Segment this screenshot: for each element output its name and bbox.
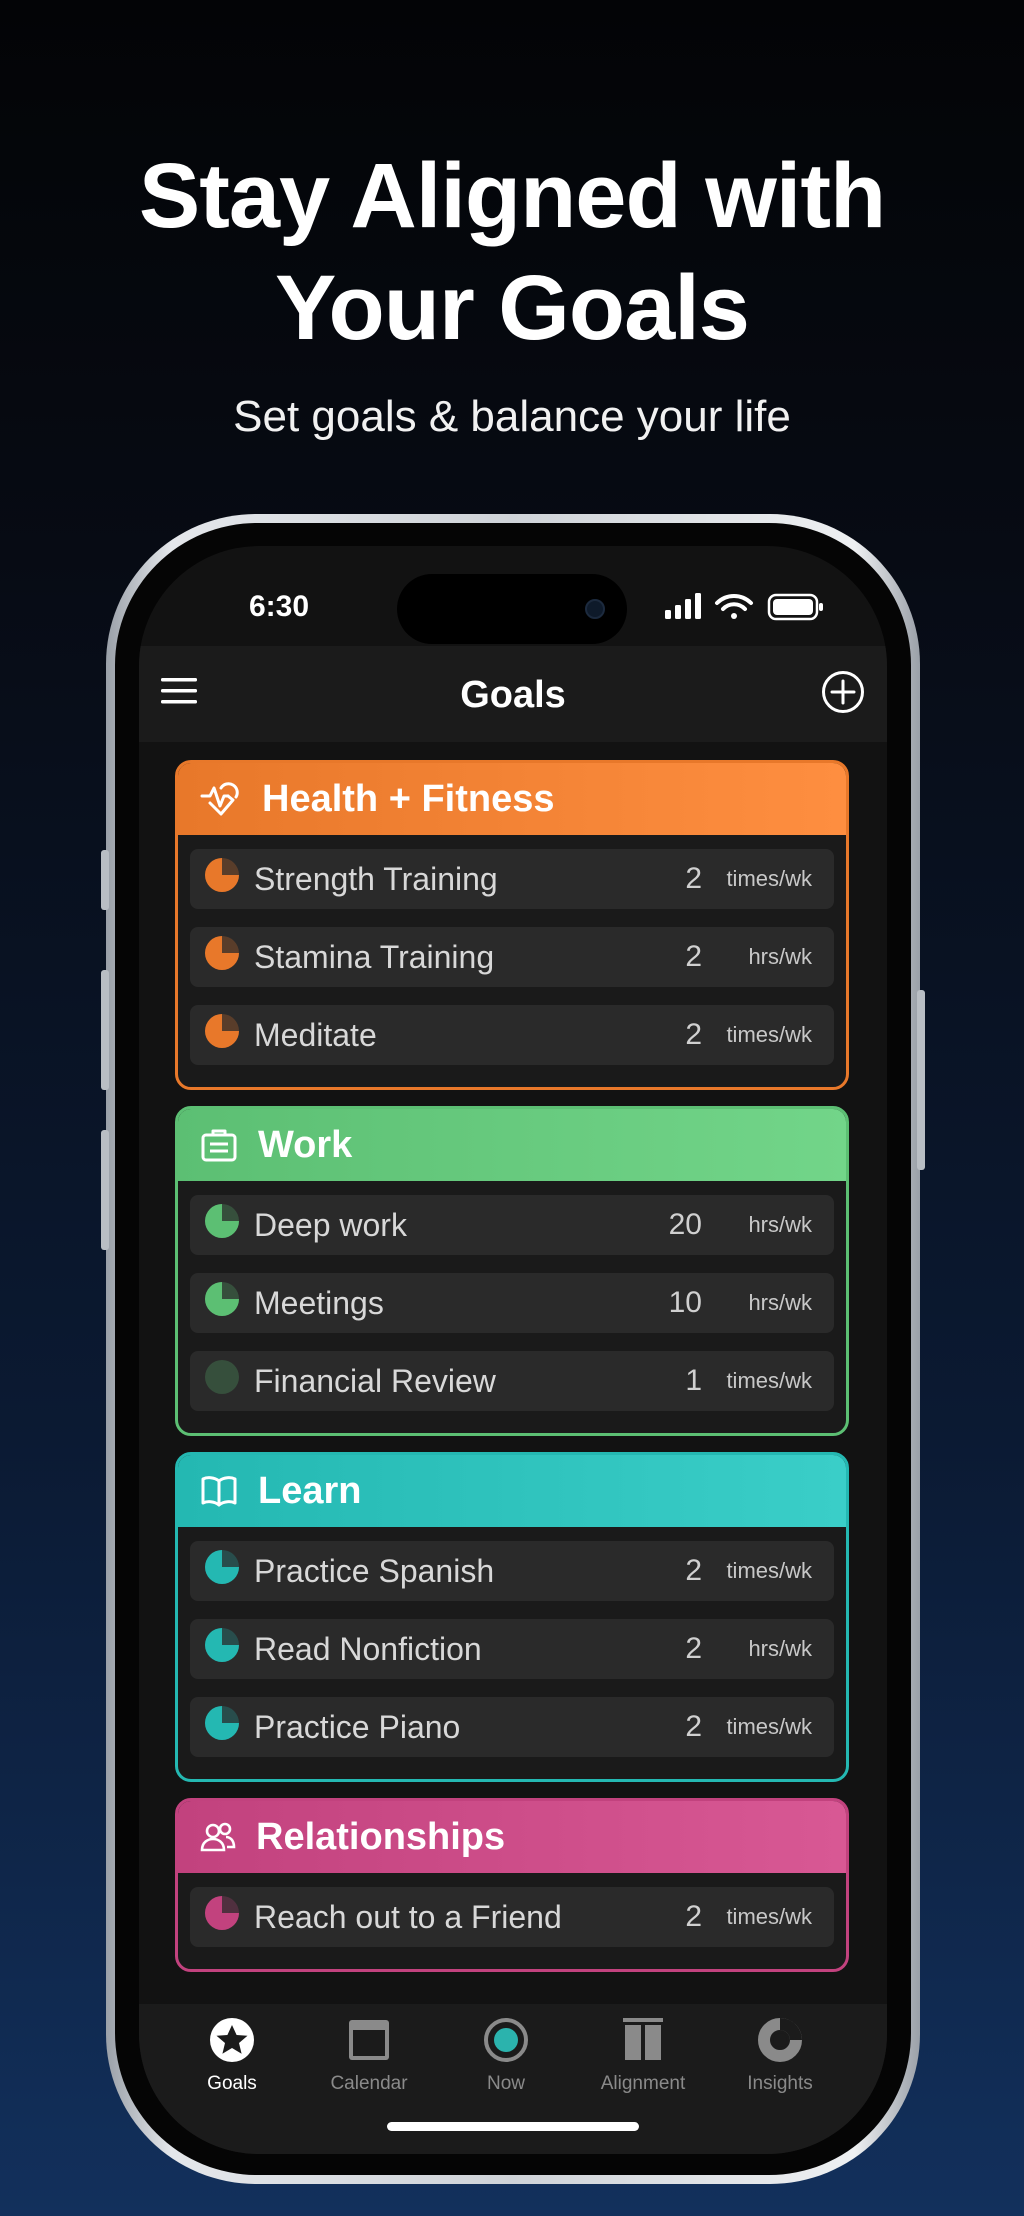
phone-mute-switch [101, 850, 109, 910]
tab-insights[interactable]: Insights [720, 2016, 840, 2095]
tab-goals[interactable]: Goals [172, 2016, 292, 2095]
goal-target: 2 [685, 940, 702, 973]
goal-target: 2 [685, 1554, 702, 1587]
home-indicator[interactable] [387, 2122, 639, 2131]
phone-screen: 6:30 Goals Health + Fitness Strength Tra… [139, 546, 887, 2154]
category-header[interactable]: Work [178, 1109, 846, 1181]
category-card: Learn Practice Spanish 2 times/wk Read Nonfi… [175, 1452, 849, 1782]
category-goals: Strength Training 2 times/wk Stamina Traini… [178, 835, 846, 1087]
goal-target: 2 [685, 1710, 702, 1743]
battery-icon [767, 593, 823, 621]
tab-now[interactable]: Now [446, 2016, 566, 2095]
goal-row[interactable]: Stamina Training 2 hrs/wk [190, 927, 834, 987]
progress-pie-icon [204, 1627, 240, 1671]
category-goals: Reach out to a Friend 2 times/wk [178, 1873, 846, 1969]
people-icon [200, 1821, 246, 1853]
tab-calendar[interactable]: Calendar [309, 2016, 429, 2095]
goal-target: 10 [668, 1286, 702, 1319]
category-title: Work [258, 1123, 353, 1166]
phone-power-button [917, 990, 925, 1170]
tab-bar: Goals Calendar Now Alignment Insights [139, 2004, 887, 2154]
goal-unit: times/wk [726, 1904, 812, 1929]
progress-pie-icon [204, 1013, 240, 1057]
plus-circle-icon[interactable] [821, 670, 865, 714]
goal-target: 2 [685, 1900, 702, 1933]
goal-unit: times/wk [726, 1022, 812, 1047]
goal-row[interactable]: Deep work 20 hrs/wk [190, 1195, 834, 1255]
camera-icon [585, 599, 605, 619]
category-card: Relationships Reach out to a Friend 2 times… [175, 1798, 849, 1972]
tab-label: Now [486, 2073, 525, 2094]
wifi-icon [715, 593, 753, 619]
goal-row[interactable]: Meditate 2 times/wk [190, 1005, 834, 1065]
category-card: Work Deep work 20 hrs/wk Meetings 10 hrs/wk Fin… [175, 1106, 849, 1436]
signal-icon [665, 593, 701, 619]
category-title: Health + Fitness [262, 777, 555, 820]
goal-unit: times/wk [726, 1558, 812, 1583]
progress-pie-icon [204, 1281, 240, 1325]
goal-list: Health + Fitness Strength Training 2 times/… [175, 760, 849, 1988]
goal-target: 20 [668, 1208, 702, 1241]
goal-unit: hrs/wk [748, 1290, 812, 1315]
headline-line-2: Your Goals [275, 257, 750, 359]
tab-label: Calendar [330, 2073, 408, 2094]
heart-pulse-icon [200, 780, 252, 818]
tab-label: Insights [747, 2073, 813, 2094]
dynamic-island [397, 574, 627, 644]
tab-label: Goals [207, 2073, 257, 2094]
promo-subhead: Set goals & balance your life [233, 392, 791, 441]
open-book-icon [200, 1474, 248, 1508]
goal-unit: times/wk [726, 866, 812, 891]
tab-label: Alignment [600, 2073, 686, 2094]
briefcase-icon [200, 1127, 248, 1163]
calendar-icon [309, 2016, 429, 2069]
goal-row[interactable]: Meetings 10 hrs/wk [190, 1273, 834, 1333]
goal-row[interactable]: Practice Spanish 2 times/wk [190, 1541, 834, 1601]
category-goals: Deep work 20 hrs/wk Meetings 10 hrs/wk Financi… [178, 1181, 846, 1433]
goal-row[interactable]: Read Nonfiction 2 hrs/wk [190, 1619, 834, 1679]
goal-unit: times/wk [726, 1714, 812, 1739]
target-icon [446, 2016, 566, 2069]
goal-target: 2 [685, 1632, 702, 1665]
star-icon [172, 2016, 292, 2069]
goal-target: 2 [685, 862, 702, 895]
tab-alignment[interactable]: Alignment [583, 2016, 703, 2095]
status-time: 6:30 [249, 590, 310, 623]
progress-pie-icon [204, 1359, 240, 1403]
goal-row[interactable]: Strength Training 2 times/wk [190, 849, 834, 909]
donut-icon [720, 2016, 840, 2069]
goal-row[interactable]: Financial Review 1 times/wk [190, 1351, 834, 1411]
category-goals: Practice Spanish 2 times/wk Read Nonfiction… [178, 1527, 846, 1779]
category-title: Relationships [256, 1815, 506, 1858]
goal-unit: hrs/wk [748, 944, 812, 969]
goal-row[interactable]: Reach out to a Friend 2 times/wk [190, 1887, 834, 1947]
progress-pie-icon [204, 935, 240, 979]
status-icons [665, 593, 823, 621]
progress-pie-icon [204, 857, 240, 901]
category-title: Learn [258, 1469, 362, 1512]
goal-unit: times/wk [726, 1368, 812, 1393]
category-header[interactable]: Health + Fitness [178, 763, 846, 835]
page-title: Goals [460, 674, 566, 716]
nav-bar: Goals [139, 646, 887, 742]
category-card: Health + Fitness Strength Training 2 times/… [175, 760, 849, 1090]
goal-unit: hrs/wk [748, 1636, 812, 1661]
progress-pie-icon [204, 1705, 240, 1749]
goal-target: 2 [685, 1018, 702, 1051]
goal-row[interactable]: Practice Piano 2 times/wk [190, 1697, 834, 1757]
goal-target: 1 [685, 1364, 702, 1397]
phone-volume-up [101, 970, 109, 1090]
columns-icon [583, 2016, 703, 2069]
phone-volume-down [101, 1130, 109, 1250]
category-header[interactable]: Relationships [178, 1801, 846, 1873]
progress-pie-icon [204, 1895, 240, 1939]
progress-pie-icon [204, 1203, 240, 1247]
progress-pie-icon [204, 1549, 240, 1593]
category-header[interactable]: Learn [178, 1455, 846, 1527]
goal-unit: hrs/wk [748, 1212, 812, 1237]
promo-headline: Stay Aligned with Your Goals [0, 140, 1024, 364]
headline-line-1: Stay Aligned with [138, 145, 886, 247]
